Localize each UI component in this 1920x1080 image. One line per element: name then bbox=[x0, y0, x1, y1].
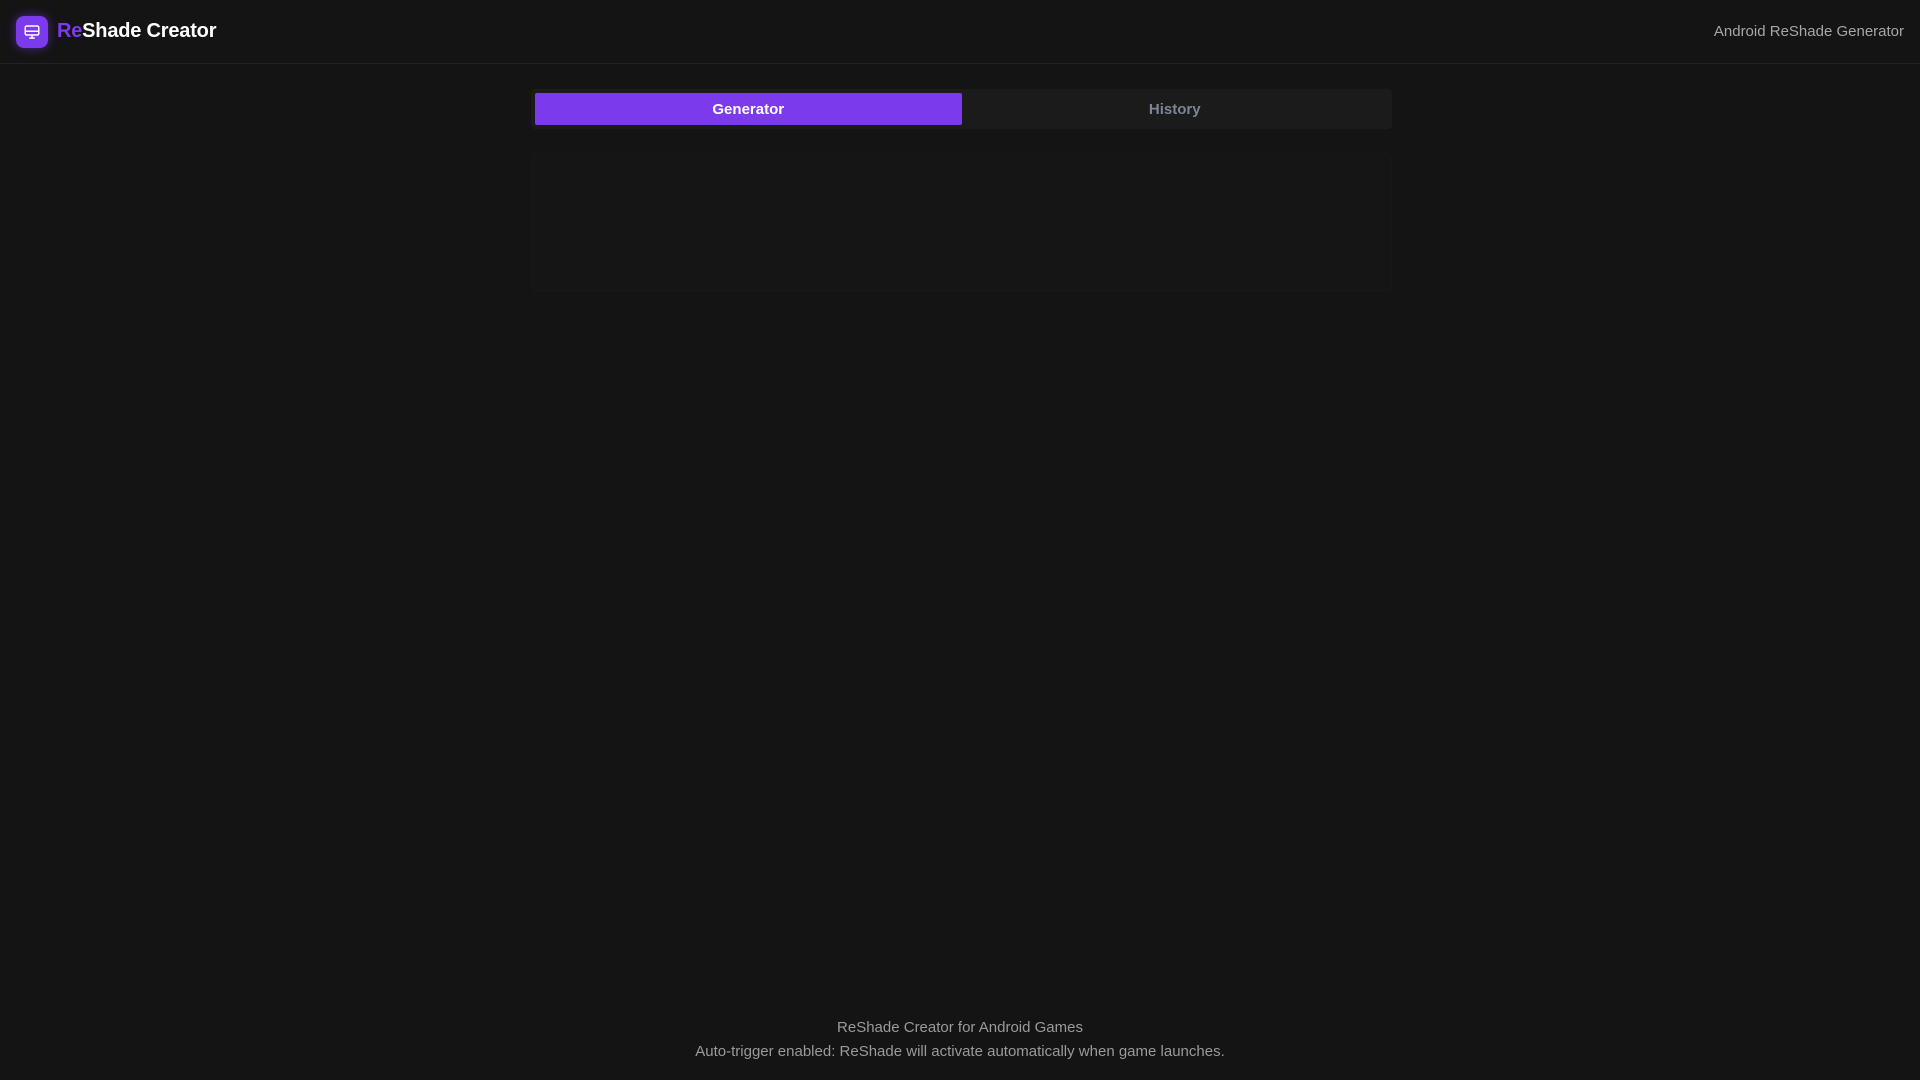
app-title: ReShade Creator bbox=[57, 20, 216, 43]
header-subtitle: Android ReShade Generator bbox=[1713, 23, 1904, 40]
generator-panel bbox=[531, 153, 1392, 291]
app-root: ReShade Creator Android ReShade Generato… bbox=[0, 0, 1920, 1080]
footer-title: ReShade Creator for Android Games bbox=[837, 1019, 1083, 1036]
monitor-icon bbox=[16, 15, 48, 48]
tab-history[interactable]: History bbox=[962, 93, 1389, 125]
app-title-suffix: Shade Creator bbox=[82, 20, 217, 42]
footer-note: Auto-trigger enabled: ReShade will activ… bbox=[695, 1043, 1225, 1060]
brand[interactable]: ReShade Creator bbox=[16, 15, 216, 48]
footer: ReShade Creator for Android Games Auto-t… bbox=[0, 1016, 1920, 1064]
app-title-prefix: Re bbox=[57, 20, 83, 42]
tab-generator[interactable]: Generator bbox=[535, 93, 962, 125]
tab-bar: Generator History bbox=[531, 89, 1392, 129]
app-header: ReShade Creator Android ReShade Generato… bbox=[0, 0, 1920, 64]
